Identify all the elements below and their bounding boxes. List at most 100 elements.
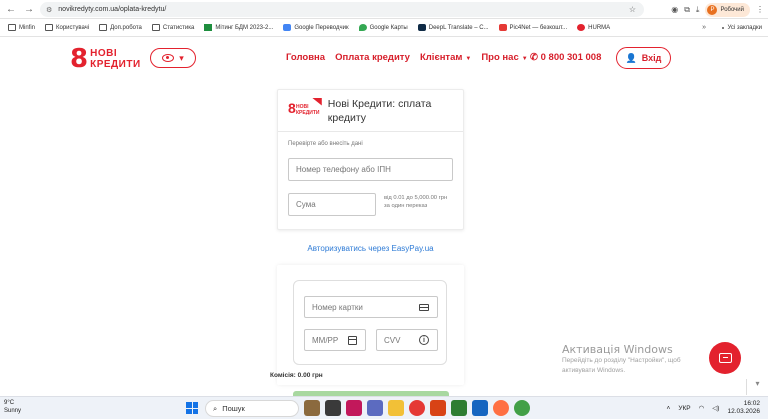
nav-item-pay-credit[interactable]: Оплата кредиту [335,52,410,63]
logo-mark: 8 [70,44,89,74]
bookmark-star-icon[interactable]: ☆ [629,5,636,14]
chrome-icon[interactable] [514,400,530,416]
windows-activation-subtitle: Перейдіть до розділу "Настройки", щоб ак… [562,357,681,374]
bookmark-item[interactable]: Minfin [8,24,35,31]
payment-form-title: Нові Кредити: сплата кредиту [327,97,432,124]
card-number-input[interactable]: Номер картки [304,296,438,318]
bookmark-item[interactable]: Pic4Net — безкошт... [498,24,567,31]
calendar-icon [348,336,357,345]
taskbar-apps [304,400,530,416]
search-icon: ⌕ [213,403,218,413]
bookmark-item[interactable]: HURMA [577,24,610,31]
nav-item-clients[interactable]: Клієнтам ▼ [420,52,471,63]
login-button[interactable]: 👤 Вхід [616,47,671,69]
bookmark-item[interactable]: Статистика [151,24,194,31]
system-tray: ˄ УКР ◠ ◁) 16:02 12.03.2026 [667,400,760,416]
amount-limit-note: від 0.01 до 5,000.00 грн за один переказ [384,195,448,209]
windows-activation-title: Активація Windows [562,343,673,356]
cvv-input[interactable]: CVV i [376,329,438,351]
language-indicator[interactable]: УКР [678,405,690,412]
bookmark-item[interactable]: Google Переводчик [283,24,349,31]
windows-start-icon[interactable] [186,402,198,414]
weather-widget[interactable]: 9°C Sunny [4,399,21,415]
edge-icon[interactable] [367,400,383,416]
chevron-down-icon: ▼ [465,56,472,62]
taskbar-search[interactable]: ⌕ Пошук [205,400,299,417]
sheets-icon [204,24,213,31]
logo-text: НОВІ КРЕДИТИ [90,48,141,70]
folder-icon [722,26,725,29]
site-logo[interactable]: 8 НОВІ КРЕДИТИ [70,46,141,72]
opera-icon[interactable] [409,400,425,416]
excel-icon[interactable] [451,400,467,416]
clock[interactable]: 16:02 12.03.2026 [727,400,760,416]
word-icon[interactable] [472,400,488,416]
card-details-card: Номер картки ММ/РР CVV i [277,265,464,385]
profile-button[interactable]: Р Робочий [705,2,750,17]
chevron-down-icon: ▾ [179,52,184,63]
file-explorer-icon[interactable] [388,400,404,416]
folder-icon [45,24,54,31]
easypay-login-link[interactable]: Авторизуватись через EasyPay.ua [277,244,464,253]
menu-kebab-icon[interactable]: ⋮ [756,5,764,14]
form-hint: Перевірте або внесіть дані [288,141,363,147]
volume-icon[interactable]: ◁) [712,404,719,412]
profile-avatar: Р [707,4,718,15]
nav-item-about[interactable]: Про нас ▼ [481,52,527,63]
firefox-icon[interactable] [493,400,509,416]
expiry-date-input[interactable]: ММ/РР [304,329,366,351]
maps-icon [358,24,367,31]
powerpoint-icon[interactable] [430,400,446,416]
bookmarks-bar: Minfin Користувачі Доп.робота Статистика… [0,19,768,37]
payment-form-header: 8 НОВІ КРЕДИТИ Нові Кредити: сплата креди… [278,90,463,132]
bookmarks-more-button[interactable]: » [702,24,706,31]
main-navigation: Головна Оплата кредиту Клієнтам ▼ Про нас… [286,52,528,63]
app-widget-icon[interactable] [304,400,320,416]
camera-icon[interactable]: ◉ [671,5,678,14]
task-view-icon[interactable] [325,400,341,416]
info-icon[interactable]: i [419,335,429,345]
all-bookmarks-button[interactable]: Усі закладки [722,25,762,31]
profile-label: Робочий [720,6,744,13]
pic4net-icon [498,24,507,31]
extensions-icon[interactable]: ⧉ [684,5,690,15]
payment-form-card: 8 НОВІ КРЕДИТИ Нові Кредити: сплата креди… [277,89,464,230]
tray-chevron-icon[interactable]: ˄ [667,405,671,412]
scroll-down-button[interactable]: ▾ [746,379,768,395]
url-text: novikredyty.com.ua/oplata-kredytu/ [58,6,167,13]
amount-input[interactable]: Сума [288,193,376,216]
deepl-icon [417,24,426,31]
wifi-icon[interactable]: ◠ [699,404,705,412]
chevron-down-icon: ▼ [521,56,528,62]
site-info-icon[interactable]: ⚙ [46,6,52,14]
fee-row: Комісія: 0.00 грн [270,372,323,379]
merchant-logo: 8 НОВІ КРЕДИТИ [288,97,322,124]
nav-item-home[interactable]: Головна [286,52,325,63]
download-icon[interactable]: ⤓ [696,5,700,15]
folder-icon [151,24,160,31]
accessibility-toggle-button[interactable]: ▾ [150,48,196,68]
site-header: 8 НОВІ КРЕДИТИ ▾ Головна Оплата кредиту … [0,37,768,79]
bookmark-item[interactable]: Мітинг БДМ 2023-2... [204,24,273,31]
back-icon[interactable]: ← [4,2,18,16]
bookmark-item[interactable]: Доп.робота [99,24,142,31]
bookmark-item[interactable]: DeepL Translate – С... [417,24,489,31]
user-icon: 👤 [625,52,637,63]
phone-link[interactable]: ✆ 0 800 301 008 [530,52,601,63]
windows-taskbar: 9°C Sunny ⌕ Пошук ˄ УКР ◠ ◁) 16:02 12.03… [0,396,768,419]
forward-icon[interactable]: → [22,2,36,16]
hurma-icon [577,24,586,31]
phone-or-tax-id-input[interactable]: Номер телефону або ІПН [288,158,453,181]
credit-card-icon [419,304,429,311]
card-input-panel: Номер картки ММ/РР CVV i [293,280,447,365]
bookmark-item[interactable]: Google Карты [358,24,408,31]
folder-icon [99,24,108,31]
phone-icon: ✆ [530,52,541,63]
eye-icon [162,54,175,62]
browser-toolbar: ← → ↻ ⚙ novikredyty.com.ua/oplata-kredyt… [0,0,768,19]
chat-button[interactable] [709,342,741,374]
photos-app-icon[interactable] [346,400,362,416]
bookmark-item[interactable]: Користувачі [45,24,89,31]
folder-icon [8,24,16,31]
address-bar[interactable]: ⚙ novikredyty.com.ua/oplata-kredytu/ ☆ [40,2,644,17]
